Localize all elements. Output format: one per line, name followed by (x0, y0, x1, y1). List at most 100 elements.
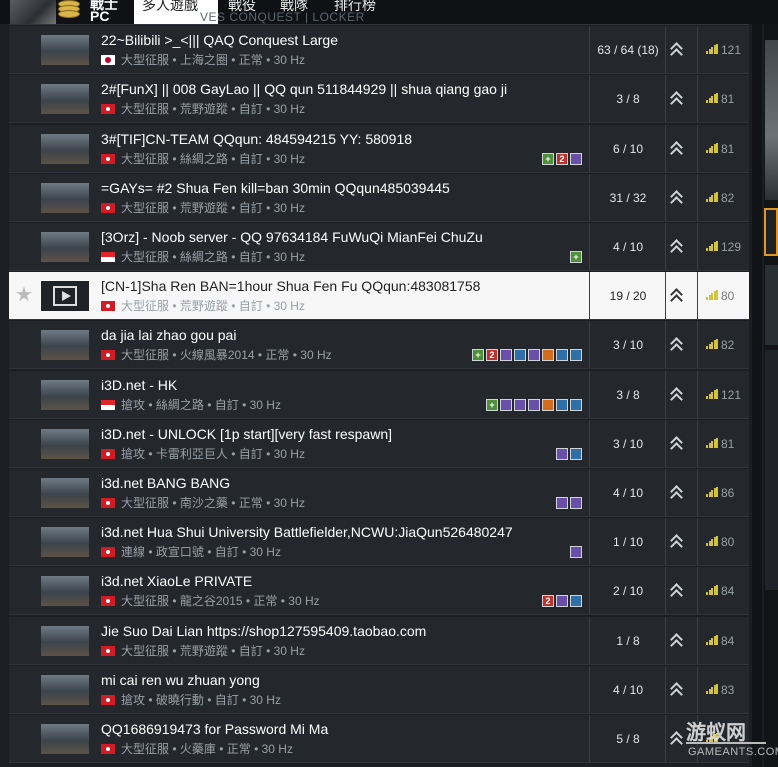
map-thumbnail (41, 428, 89, 459)
server-row[interactable]: QQ1686919473 for Password Mi Ma 大型征服 • 火藥… (9, 715, 749, 763)
server-name: i3D.net - HK (101, 376, 178, 393)
server-mode-map: 搶攻 • 卡雷利亞巨人 • 自訂 • 30 Hz (121, 446, 305, 461)
server-row[interactable]: [3Orz] - Noob server - QQ 97634184 FuWuQ… (9, 223, 749, 271)
column-divider (589, 321, 590, 369)
column-divider (697, 26, 698, 74)
setting-badge-icon (570, 398, 582, 411)
server-name: [CN-1]Sha Ren BAN=1hour Shua Fen Fu QQqu… (101, 278, 481, 295)
column-divider (589, 469, 590, 516)
player-count: 1 / 8 (616, 633, 640, 648)
server-mode-map: 大型征服 • 荒野遊蹤 • 自訂 • 30 Hz (121, 299, 305, 314)
server-mode-map: 大型征服 • 上海之圈 • 正常 • 30 Hz (121, 53, 305, 68)
map-thumbnail (41, 182, 89, 213)
column-divider (665, 75, 666, 123)
server-details: 搶攻 • 破曉行動 • 自訂 • 30 Hz (101, 691, 281, 708)
column-divider (589, 665, 590, 713)
server-row[interactable]: i3d.net Hua Shui University Battlefielde… (9, 518, 749, 567)
column-divider (665, 665, 666, 713)
player-count: 6 / 10 (612, 141, 644, 156)
server-rank-icon (670, 41, 684, 59)
map-thumbnail (41, 84, 89, 115)
column-divider (589, 124, 590, 172)
setting-badge-icon (542, 349, 554, 362)
server-name: i3D.net - UNLOCK [1p start][very fast re… (101, 425, 392, 442)
column-divider (665, 469, 666, 516)
column-divider (589, 518, 590, 566)
setting-badge-icon (556, 595, 568, 608)
server-mode-map: 搶攻 • 破曉行動 • 自訂 • 30 Hz (121, 692, 281, 707)
server-row[interactable]: i3d.net XiaoLe PRIVATE 大型征服 • 龍之谷2015 • 正… (9, 567, 749, 616)
server-browser: 戰士 PC 多人遊戲 戰役 戰隊 排行榜 VES CONQUEST | LOCK… (0, 0, 778, 767)
column-divider (697, 124, 698, 172)
setting-badge-icon: + (542, 152, 554, 165)
platform-label: PC (90, 8, 110, 24)
player-count: 4 / 10 (612, 682, 644, 697)
server-details: 大型征服 • 絲綢之路 • 自訂 • 30 Hz (101, 248, 305, 265)
player-count: 2 / 10 (612, 584, 644, 599)
server-name: 2#[FunX] || 008 GayLao || QQ qun 5118449… (101, 81, 508, 98)
server-row[interactable]: mi cai ren wu zhuan yong 搶攻 • 破曉行動 • 自訂 •… (9, 665, 749, 714)
signal-strength-icon (706, 634, 718, 645)
column-divider (697, 223, 698, 270)
favorite-star-icon[interactable]: ★ (15, 282, 33, 307)
column-divider (665, 616, 666, 664)
server-settings-icons: + (570, 251, 582, 264)
map-thumbnail (41, 478, 89, 508)
server-row[interactable]: 22~Bilibili >_<||| QAQ Conquest Large 大型征… (9, 26, 749, 75)
ping-value: 81 (721, 92, 735, 107)
server-details: 大型征服 • 荒野遊蹤 • 自訂 • 30 Hz (101, 199, 305, 216)
server-row[interactable]: ★ [CN-1]Sha Ren BAN=1hour Shua Fen Fu QQq… (9, 272, 749, 321)
column-divider (589, 26, 590, 74)
column-divider (665, 370, 666, 418)
server-details: 大型征服 • 火藥庫 • 正常 • 30 Hz (101, 740, 293, 757)
column-divider (697, 370, 698, 418)
soldier-avatar[interactable] (10, 0, 56, 24)
play-icon[interactable] (53, 286, 77, 307)
signal-strength-icon (706, 339, 718, 350)
server-details: 搶攻 • 絲綢之路 • 自訂 • 30 Hz (101, 396, 281, 413)
side-selected-card[interactable] (764, 208, 778, 256)
column-divider (697, 567, 698, 615)
signal-strength-icon (706, 142, 718, 153)
server-settings-icons (556, 447, 582, 461)
country-flag-icon (101, 448, 115, 459)
server-row[interactable]: 2#[FunX] || 008 GayLao || QQ qun 5118449… (9, 75, 749, 124)
player-count: 19 / 20 (609, 289, 647, 304)
ping-value: 82 (721, 338, 735, 353)
column-divider (697, 272, 698, 320)
signal-strength-icon (706, 388, 718, 399)
side-map-preview (765, 40, 778, 200)
server-row[interactable]: i3D.net - HK 搶攻 • 絲綢之路 • 自訂 • 30 Hz +3 / 8… (9, 370, 749, 419)
server-row[interactable]: i3d.net BANG BANG 大型征服 • 南沙之藥 • 正常 • 30 H… (9, 469, 749, 517)
watermark-logo: 游蚁网 GAMEANTS.COM (678, 712, 778, 767)
server-row[interactable]: i3D.net - UNLOCK [1p start][very fast re… (9, 419, 749, 468)
column-divider (589, 616, 590, 664)
column-divider (589, 173, 590, 221)
setting-badge-icon: 2 (486, 349, 498, 362)
server-row[interactable]: 3#[TIF]CN-TEAM QQqun: 484594215 YY: 5809… (9, 124, 749, 173)
player-count: 31 / 32 (609, 190, 647, 205)
server-details: 大型征服 • 南沙之藥 • 正常 • 30 Hz (101, 494, 305, 511)
scrollbar[interactable] (752, 24, 762, 767)
player-count: 4 / 10 (612, 240, 644, 254)
column-divider (697, 616, 698, 664)
player-count: 5 / 8 (616, 732, 640, 746)
server-row[interactable]: Jie Suo Dai Lian https://shop127595409.t… (9, 616, 749, 665)
map-thumbnail (41, 35, 89, 66)
signal-strength-icon (706, 585, 718, 596)
signal-strength-icon (706, 536, 718, 547)
server-mode-map: 大型征服 • 荒野遊蹤 • 自訂 • 30 Hz (121, 200, 305, 215)
map-thumbnail (41, 379, 89, 410)
signal-strength-icon (706, 683, 718, 694)
ping-value: 84 (721, 584, 735, 599)
player-count: 4 / 10 (612, 486, 644, 500)
map-thumbnail (41, 674, 89, 705)
server-row[interactable]: da jia lai zhao gou pai 大型征服 • 火線風暴2014 •… (9, 321, 749, 370)
server-row[interactable]: =GAYs= #2 Shua Fen kill=ban 30min QQqun4… (9, 173, 749, 222)
column-divider (697, 419, 698, 467)
setting-badge-icon: + (472, 349, 484, 362)
server-settings-icons: + (486, 398, 582, 412)
player-count: 3 / 10 (612, 436, 644, 451)
server-rank-icon (670, 238, 684, 256)
country-flag-icon (101, 399, 115, 410)
